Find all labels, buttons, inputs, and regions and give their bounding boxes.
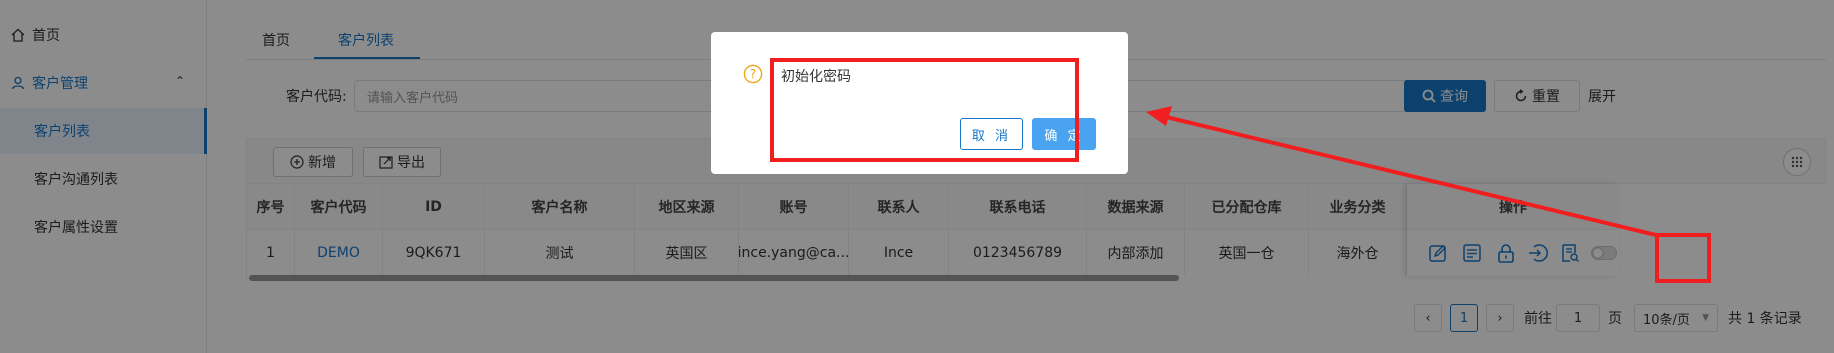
question-icon: ? xyxy=(743,64,763,84)
annotation-highlight-box xyxy=(770,58,1079,162)
svg-text:?: ? xyxy=(750,67,756,81)
confirm-dialog: ? 初始化密码 取 消 确 定 xyxy=(711,32,1128,174)
annotation-highlight-box xyxy=(1655,233,1711,283)
